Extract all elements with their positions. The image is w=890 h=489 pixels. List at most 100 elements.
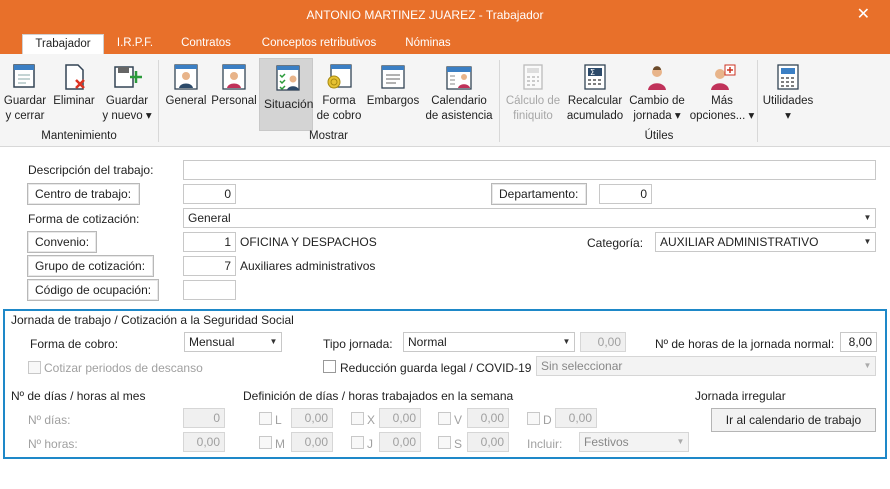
tipo-jornada-select[interactable]: Normal ▼ <box>403 332 575 352</box>
tab-contratos[interactable]: Contratos <box>174 34 238 54</box>
mas-opciones-button[interactable]: Más opciones... ▾ <box>688 58 756 130</box>
departamento-input[interactable]: 0 <box>599 184 652 204</box>
general-button[interactable]: General <box>163 58 209 130</box>
day-checkbox-s[interactable] <box>438 436 451 449</box>
convenio-code-input[interactable]: 1 <box>183 232 236 252</box>
utilidades-button[interactable]: Utilidades ▾ <box>760 58 816 130</box>
convenio-button[interactable]: Convenio: <box>27 231 97 253</box>
calculo-label-1: Cálculo de <box>505 95 561 107</box>
centro-trabajo-input[interactable]: 0 <box>183 184 236 204</box>
day-checkbox-m[interactable] <box>259 436 272 449</box>
reduccion-value: Sin seleccionar <box>541 359 623 373</box>
departamento-button[interactable]: Departamento: <box>491 183 587 205</box>
utilities-icon <box>777 64 799 90</box>
delete-button[interactable]: Eliminar <box>50 58 98 130</box>
svg-text:Σ: Σ <box>590 68 595 77</box>
reduccion-select[interactable]: Sin seleccionar ▼ <box>536 356 876 376</box>
calendar-icon <box>446 66 472 90</box>
descripcion-label: Descripción del trabajo: <box>28 163 154 177</box>
recalcular-acumulado-button[interactable]: Σ Recalcular acumulado <box>564 58 626 130</box>
day-input-m[interactable]: 0,00 <box>291 432 333 452</box>
recalcular-label-2: acumulado <box>566 110 624 122</box>
forma-cobro-label-1: Forma <box>322 95 356 107</box>
reduccion-guarda-label: Reducción guarda legal / COVID-19 <box>340 361 532 375</box>
situacion-button[interactable]: Situación <box>259 58 313 131</box>
day-checkbox-v[interactable] <box>438 412 451 425</box>
tab-bar: Trabajador I.R.P.F. Contratos Conceptos … <box>0 30 890 54</box>
tipo-jornada-number[interactable]: 0,00 <box>580 332 626 352</box>
jornada-irregular-heading: Jornada irregular <box>695 389 786 403</box>
situacion-label: Situación <box>264 97 314 111</box>
codigo-ocupacion-button[interactable]: Código de ocupación: <box>27 279 159 301</box>
day-input-s[interactable]: 0,00 <box>467 432 509 452</box>
day-input-d[interactable]: 0,00 <box>555 408 597 428</box>
save-new-button[interactable]: Guardar y nuevo ▾ <box>100 58 154 130</box>
embargos-label: Embargos <box>366 95 420 107</box>
day-input-v[interactable]: 0,00 <box>467 408 509 428</box>
chevron-down-icon: ▼ <box>269 337 278 346</box>
day-input-j[interactable]: 0,00 <box>379 432 421 452</box>
forma-cobro-button[interactable]: Forma de cobro <box>316 58 362 130</box>
recalcular-label-1: Recalcular <box>567 95 623 107</box>
day-checkbox-l[interactable] <box>259 412 272 425</box>
save-close-icon <box>13 64 35 88</box>
tab-irpf[interactable]: I.R.P.F. <box>112 34 158 54</box>
horas-jornada-input[interactable]: 8,00 <box>840 332 877 352</box>
day-label-x: X <box>367 413 376 427</box>
grupo-cotizacion-button[interactable]: Grupo de cotización: <box>27 255 154 277</box>
tab-conceptos-retributivos[interactable]: Conceptos retributivos <box>252 34 386 54</box>
schedule-change-icon <box>648 66 666 90</box>
window-title: ANTONIO MARTINEZ JUAREZ - Trabajador <box>306 8 544 22</box>
day-checkbox-j[interactable] <box>351 436 364 449</box>
save-close-button[interactable]: Guardar y cerrar <box>2 58 48 130</box>
reduccion-guarda-checkbox[interactable] <box>323 360 336 373</box>
ribbon: Guardar y cerrar Eliminar Guardar y nuev… <box>0 54 890 147</box>
centro-trabajo-button[interactable]: Centro de trabajo: <box>27 183 140 205</box>
day-checkbox-d[interactable] <box>527 412 540 425</box>
embargos-button[interactable]: Embargos <box>364 58 422 130</box>
forma-cotizacion-select[interactable]: General ▼ <box>183 208 876 228</box>
chevron-down-icon: ▼ <box>863 213 872 222</box>
grupo-cotizacion-name: Auxiliares administrativos <box>240 259 376 273</box>
day-checkbox-x[interactable] <box>351 412 364 425</box>
ir-calendario-trabajo-button[interactable]: Ir al calendario de trabajo <box>711 408 876 432</box>
close-icon[interactable]: ✕ <box>857 4 870 24</box>
personal-button[interactable]: Personal <box>210 58 258 130</box>
categoria-label: Categoría: <box>587 236 644 250</box>
grupo-cotizacion-input[interactable]: 7 <box>183 256 236 276</box>
calendario-asistencia-button[interactable]: Calendario de asistencia <box>424 58 494 130</box>
title-bar: ANTONIO MARTINEZ JUAREZ - Trabajador ✕ <box>0 0 890 30</box>
settlement-icon <box>523 64 543 90</box>
cambio-jornada-button[interactable]: Cambio de jornada ▾ <box>627 58 687 130</box>
n-dias-input[interactable]: 0 <box>183 408 225 428</box>
n-dias-label: Nº días: <box>28 413 71 427</box>
categoria-select[interactable]: AUXILIAR ADMINISTRATIVO ▼ <box>655 232 876 252</box>
codigo-ocupacion-input[interactable] <box>183 280 236 300</box>
group-mostrar: Mostrar <box>309 130 348 142</box>
jornada-title: Jornada de trabajo / Cotización a la Seg… <box>11 313 294 327</box>
tipo-jornada-value: Normal <box>408 335 447 349</box>
chevron-down-icon: ▼ <box>676 437 685 446</box>
cambio-label-2: jornada ▾ <box>633 110 681 122</box>
n-horas-input[interactable]: 0,00 <box>183 432 225 452</box>
tab-nominas[interactable]: Nóminas <box>398 34 458 54</box>
forma-cobro-select[interactable]: Mensual ▼ <box>184 332 282 352</box>
cambio-label-1: Cambio de <box>629 95 685 107</box>
save-close-label-1: Guardar <box>3 95 47 107</box>
definicion-semana-heading: Definición de días / horas trabajados en… <box>243 389 514 403</box>
save-new-icon <box>114 66 142 88</box>
mas-label-1: Más <box>711 95 733 107</box>
day-input-x[interactable]: 0,00 <box>379 408 421 428</box>
cotizar-descanso-checkbox[interactable] <box>28 361 41 374</box>
group-utiles: Útiles <box>644 130 674 142</box>
utilidades-arrow: ▾ <box>785 110 791 122</box>
day-label-m: M <box>275 437 285 451</box>
utilidades-label: Utilidades <box>762 95 814 107</box>
day-input-l[interactable]: 0,00 <box>291 408 333 428</box>
calculo-finiquito-button[interactable]: Cálculo de finiquito <box>503 58 563 130</box>
incluir-select[interactable]: Festivos ▼ <box>579 432 689 452</box>
tab-trabajador[interactable]: Trabajador <box>22 34 104 54</box>
payment-icon <box>327 64 352 89</box>
categoria-value: AUXILIAR ADMINISTRATIVO <box>660 235 819 249</box>
descripcion-input[interactable] <box>183 160 876 180</box>
